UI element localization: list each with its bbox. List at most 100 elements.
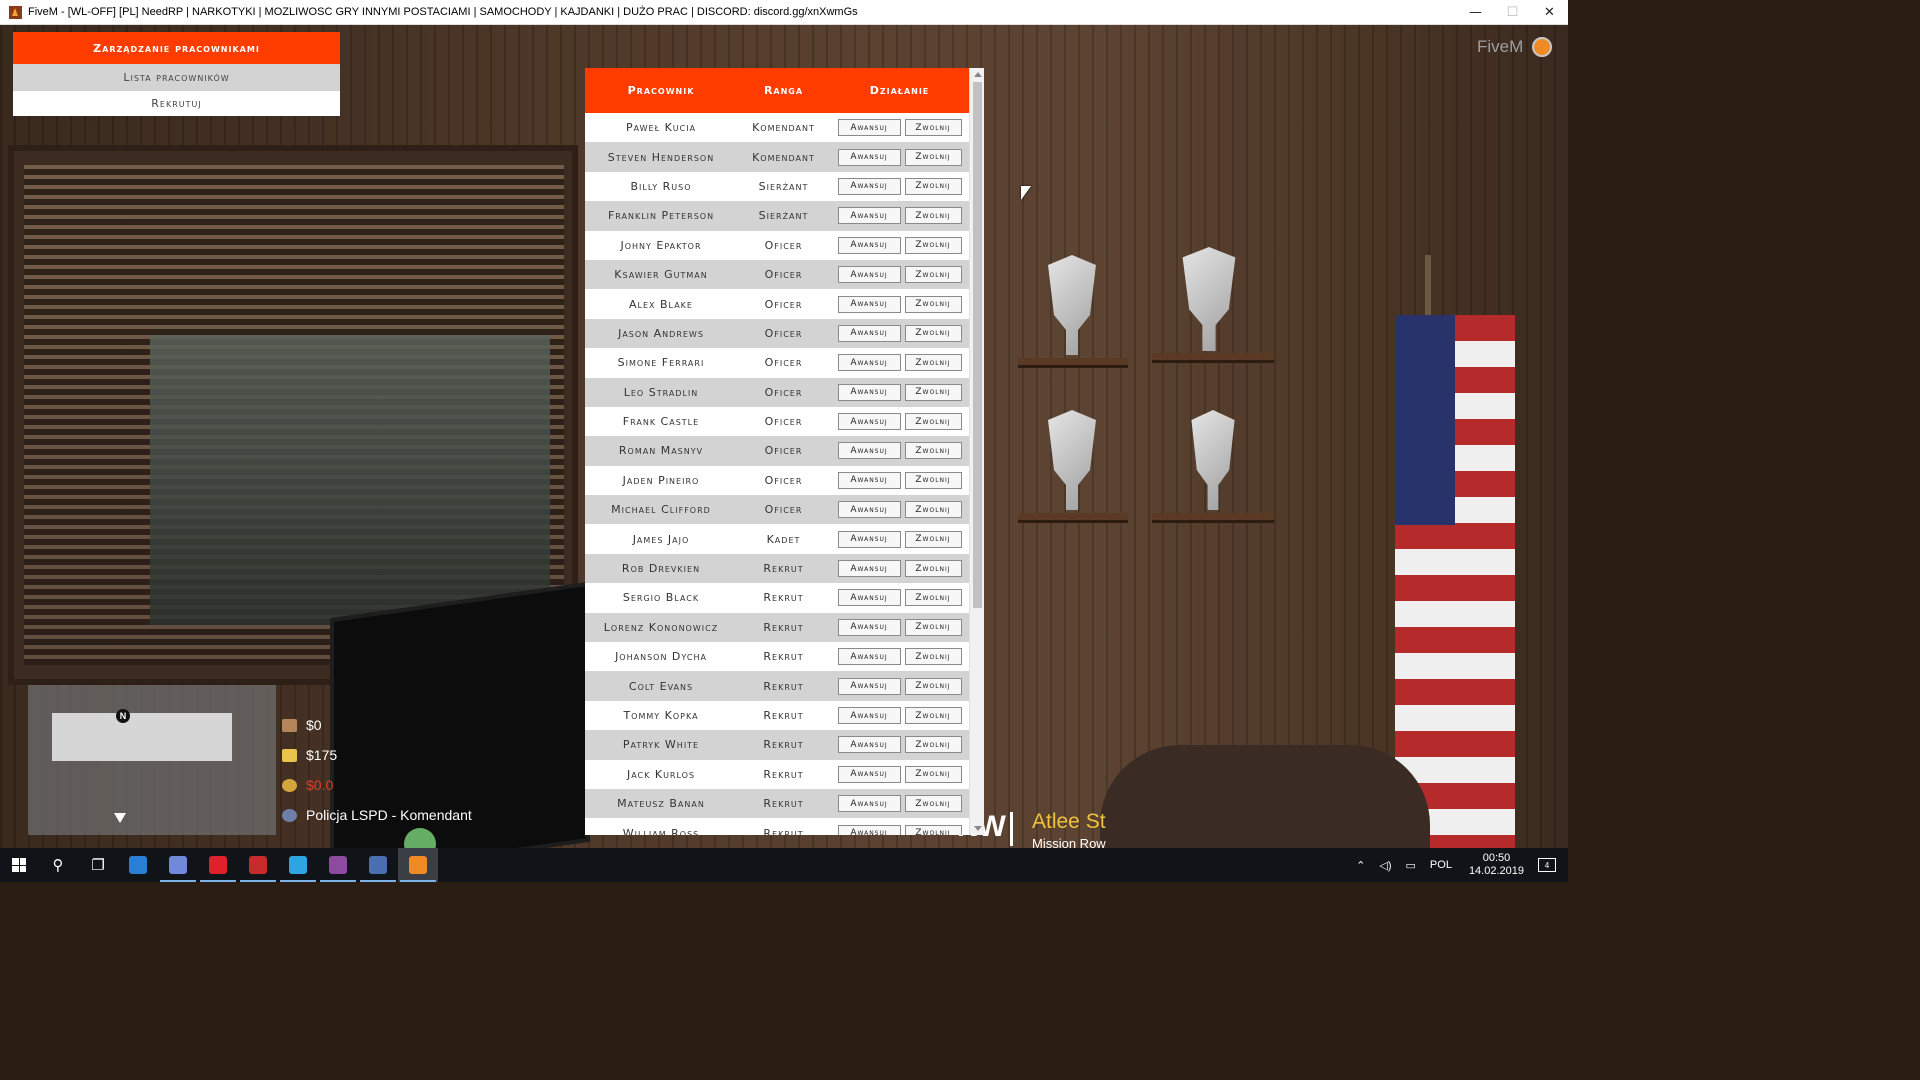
employee-name: Jaden Pineiro [622, 473, 700, 487]
fire-button[interactable]: Zwolnij [904, 618, 962, 636]
row-actions: Awansuj Zwolnij [830, 383, 969, 401]
promote-button[interactable]: Awansuj [837, 618, 901, 636]
promote-button[interactable]: Awansuj [837, 824, 901, 835]
fire-button[interactable]: Zwolnij [904, 560, 962, 578]
fivem-watermark: FiveM [1477, 37, 1524, 56]
promote-button[interactable]: Awansuj [837, 501, 901, 519]
fire-button[interactable]: Zwolnij [904, 148, 962, 166]
scroll-down-icon[interactable] [974, 826, 982, 831]
notification-center-icon[interactable]: 4 [1538, 858, 1556, 872]
promote-button[interactable]: Awansuj [837, 413, 901, 431]
promote-button[interactable]: Awansuj [837, 236, 901, 254]
fire-button[interactable]: Zwolnij [904, 383, 962, 401]
promote-button[interactable]: Awansuj [837, 207, 901, 225]
promote-button[interactable]: Awansuj [837, 589, 901, 607]
promote-button[interactable]: Awansuj [837, 707, 901, 724]
promote-button[interactable]: Awansuj [837, 324, 901, 342]
window-title-bar[interactable]: FiveM - [WL-OFF] [PL] NeedRP | NARKOTYKI… [0, 0, 1568, 25]
fire-button[interactable]: Zwolnij [904, 736, 962, 754]
promote-button[interactable]: Awansuj [837, 795, 901, 813]
promote-button[interactable]: Awansuj [837, 119, 901, 137]
network-icon[interactable]: ▭ [1406, 859, 1416, 872]
promote-button[interactable]: Awansuj [837, 530, 901, 548]
row-actions: Awansuj Zwolnij [830, 236, 969, 254]
promote-button[interactable]: Awansuj [837, 148, 901, 166]
edge-icon[interactable] [118, 848, 158, 882]
fire-button[interactable]: Zwolnij [904, 177, 962, 195]
close-button[interactable]: ✕ [1531, 0, 1568, 25]
clock[interactable]: 00:50 14.02.2019 [1469, 852, 1524, 878]
maximize-button[interactable]: ☐ [1494, 0, 1531, 25]
row-actions: Awansuj Zwolnij [830, 177, 969, 195]
promote-button[interactable]: Awansuj [837, 354, 901, 372]
table-row: Colt Evans Rekrut Awansuj Zwolnij [585, 671, 969, 701]
language-indicator[interactable]: POL [1430, 859, 1452, 871]
opera-icon[interactable] [198, 848, 238, 882]
volume-icon[interactable]: ◁) [1379, 859, 1391, 872]
telegram-icon[interactable] [278, 848, 318, 882]
promote-button[interactable]: Awansuj [837, 295, 901, 313]
tray-chevron-icon[interactable]: ⌃ [1356, 859, 1365, 872]
fivem-app-icon [9, 5, 22, 19]
promote-button[interactable]: Awansuj [837, 648, 901, 666]
fire-button[interactable]: Zwolnij [904, 295, 962, 313]
scroll-thumb[interactable] [973, 82, 982, 608]
scroll-up-icon[interactable] [974, 72, 982, 77]
promote-button[interactable]: Awansuj [837, 677, 901, 695]
cash-amount: $0 [306, 717, 322, 733]
employee-name: Roman Masnyv [618, 444, 704, 458]
fire-button[interactable]: Zwolnij [904, 207, 962, 225]
fire-button[interactable]: Zwolnij [904, 648, 962, 666]
fire-button[interactable]: Zwolnij [904, 677, 962, 695]
wallet-icon [282, 718, 297, 732]
police-officer-icon [282, 808, 297, 822]
fire-button[interactable]: Zwolnij [904, 354, 962, 372]
discord-icon[interactable] [158, 848, 198, 882]
promote-button[interactable]: Awansuj [837, 177, 901, 195]
promote-button[interactable]: Awansuj [837, 471, 901, 489]
fire-button[interactable]: Zwolnij [904, 765, 962, 783]
fivem-icon[interactable] [398, 848, 438, 882]
fire-button[interactable]: Zwolnij [904, 589, 962, 607]
fire-button[interactable]: Zwolnij [904, 119, 962, 137]
fire-button[interactable]: Zwolnij [904, 236, 962, 254]
minimize-button[interactable]: — [1457, 0, 1494, 25]
row-actions: Awansuj Zwolnij [830, 295, 969, 313]
row-actions: Awansuj Zwolnij [830, 501, 969, 519]
filezilla-icon[interactable] [238, 848, 278, 882]
fire-button[interactable]: Zwolnij [904, 824, 962, 835]
fire-button[interactable]: Zwolnij [904, 442, 962, 460]
fire-button[interactable]: Zwolnij [904, 324, 962, 342]
fire-button[interactable]: Zwolnij [904, 413, 962, 431]
promote-button[interactable]: Awansuj [837, 383, 901, 401]
promote-button[interactable]: Awansuj [837, 560, 901, 578]
start-button[interactable] [0, 848, 38, 882]
promote-button[interactable]: Awansuj [837, 442, 901, 460]
table-scrollbar[interactable] [969, 68, 984, 835]
promote-button[interactable]: Awansuj [837, 736, 901, 754]
winrar-icon[interactable] [318, 848, 358, 882]
discord-icon-glyph [169, 856, 187, 874]
task-view-icon[interactable]: ❐ [78, 848, 118, 882]
promote-button[interactable]: Awansuj [837, 765, 901, 783]
promote-button[interactable]: Awansuj [837, 266, 901, 284]
fire-button[interactable]: Zwolnij [904, 707, 962, 724]
cash-row: $0 [282, 710, 472, 740]
window-title: FiveM - [WL-OFF] [PL] NeedRP | NARKOTYKI… [28, 6, 858, 18]
bank-row: $175 [282, 740, 472, 770]
fire-button[interactable]: Zwolnij [904, 795, 962, 813]
employee-rows: Paweł Kucia Komendant Awansuj Zwolnij Steven… [585, 113, 969, 835]
fire-button[interactable]: Zwolnij [904, 266, 962, 284]
table-row: Lorenz Kononowicz Rekrut Awansuj Zwolnij [585, 612, 969, 643]
fire-button[interactable]: Zwolnij [904, 501, 962, 519]
network-tool-icon[interactable] [358, 848, 398, 882]
row-actions: Awansuj Zwolnij [830, 736, 969, 754]
search-icon[interactable]: ⚲ [38, 848, 78, 882]
menu-item-employee-list[interactable]: Lista pracowników [13, 64, 340, 90]
fire-button[interactable]: Zwolnij [904, 530, 962, 548]
employee-rank: Oficer [764, 444, 803, 458]
table-row: Tommy Kopka Rekrut Awansuj Zwolnij [585, 700, 969, 731]
menu-item-recruit[interactable]: Rekrutuj [13, 90, 340, 116]
fire-button[interactable]: Zwolnij [904, 471, 962, 489]
street-name: Atlee St [1032, 810, 1106, 833]
